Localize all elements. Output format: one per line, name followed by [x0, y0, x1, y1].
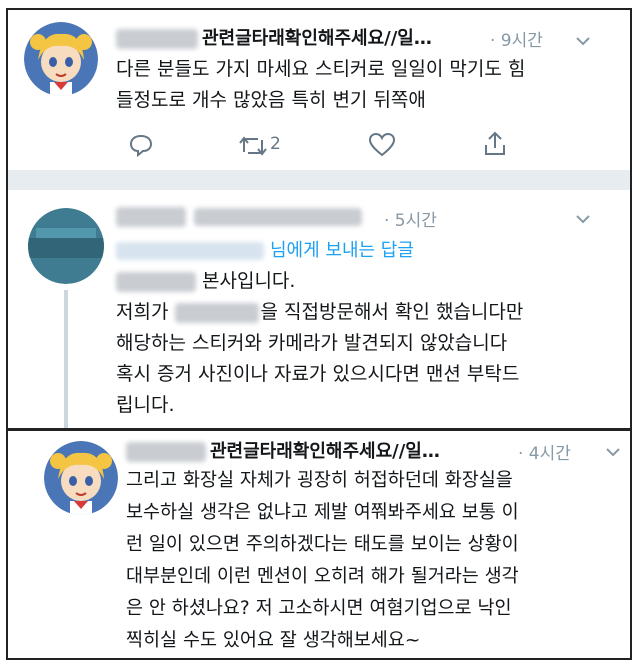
- avatar[interactable]: [28, 208, 104, 284]
- reply-to-label[interactable]: 님에게 보내는 답글: [270, 240, 414, 261]
- tweet-header: 관련글타래확인해주세요//일…: [126, 437, 440, 463]
- text-line: 찍히실 수도 있어요 잘 생각해보세요~: [126, 630, 421, 651]
- timestamp[interactable]: · 4시간: [518, 439, 571, 464]
- reply-to-line: 님에게 보내는 답글: [116, 236, 414, 262]
- tweet-header: 관련글타래확인해주세요//일…: [116, 24, 432, 50]
- thread-line: [64, 290, 68, 428]
- avatar[interactable]: [24, 22, 98, 96]
- text-line: 본사입니다.: [116, 266, 523, 297]
- avatar[interactable]: [44, 441, 118, 515]
- text-line: 립니다.: [116, 394, 175, 416]
- chevron-down-icon[interactable]: [574, 210, 592, 228]
- tweet-text: 다른 분들도 가지 마세요 스티커로 일일이 막기도 힘 들정도로 개수 많았음…: [116, 54, 525, 116]
- text-line: 혹시 증거 사진이나 자료가 있으시다면 맨션 부탁드: [116, 363, 520, 385]
- retweet-icon[interactable]: [238, 134, 268, 158]
- reply-icon[interactable]: [128, 132, 154, 158]
- tweet-header: [116, 206, 362, 227]
- redacted-company: [116, 271, 196, 292]
- redacted-name: [116, 29, 198, 49]
- text-line: 보수하실 생각은 없냐고 제발 여쭤봐주세요 보통 이: [126, 502, 519, 523]
- thread-separator: [8, 170, 630, 190]
- share-icon[interactable]: [482, 130, 508, 158]
- tweet-1[interactable]: 관련글타래확인해주세요//일… · 9시간 다른 분들도 가지 마세요 스티커로…: [8, 10, 630, 170]
- text-line: 런 일이 있으면 주의하겠다는 태도를 보이는 상황이: [126, 534, 519, 555]
- timestamp[interactable]: · 9시간: [490, 26, 543, 51]
- text-line: 은 안 하셨나요? 저 고소하시면 여혐기업으로 낙인: [126, 598, 512, 619]
- chevron-down-icon[interactable]: [574, 32, 592, 50]
- timestamp[interactable]: · 5시간: [384, 206, 437, 231]
- chevron-down-icon[interactable]: [604, 443, 622, 461]
- text-line: 그리고 화장실 자체가 굉장히 허접하던데 화장실을: [126, 470, 513, 491]
- redacted-name: [126, 442, 206, 462]
- display-name[interactable]: 관련글타래확인해주세요//일…: [202, 28, 432, 49]
- redacted-name: [116, 207, 186, 227]
- tweet-2[interactable]: · 5시간 님에게 보내는 답글 본사입니다. 저희가 을 직접방문해서 확인 …: [8, 190, 630, 428]
- text-line: 들정도로 개수 많았음 특히 변기 뒤쪽애: [116, 89, 426, 111]
- redacted-handle: [194, 208, 362, 226]
- heart-icon[interactable]: [368, 132, 396, 158]
- retweet-count: 2: [270, 134, 281, 154]
- redacted-recipient[interactable]: [116, 242, 264, 260]
- tweet-text: 그리고 화장실 자체가 굉장히 허접하던데 화장실을 보수하실 생각은 없냐고 …: [126, 465, 519, 657]
- display-name[interactable]: 관련글타래확인해주세요//일…: [210, 441, 440, 462]
- text-line: 대부분인데 이런 멘션이 오히려 해가 될거라는 생각: [126, 566, 519, 587]
- text-line: 저희가 을 직접방문해서 확인 했습니다만: [116, 301, 524, 323]
- tweet-3[interactable]: 관련글타래확인해주세요//일… · 4시간 그리고 화장실 자체가 굉장히 허접…: [8, 431, 630, 659]
- redacted-store: [174, 302, 259, 323]
- tweet-text: 본사입니다. 저희가 을 직접방문해서 확인 했습니다만 해당하는 스티커와 카…: [116, 266, 523, 421]
- text-line: 다른 분들도 가지 마세요 스티커로 일일이 막기도 힘: [116, 58, 526, 80]
- text-line: 해당하는 스티커와 카메라가 발견되지 않았습니다: [116, 332, 508, 354]
